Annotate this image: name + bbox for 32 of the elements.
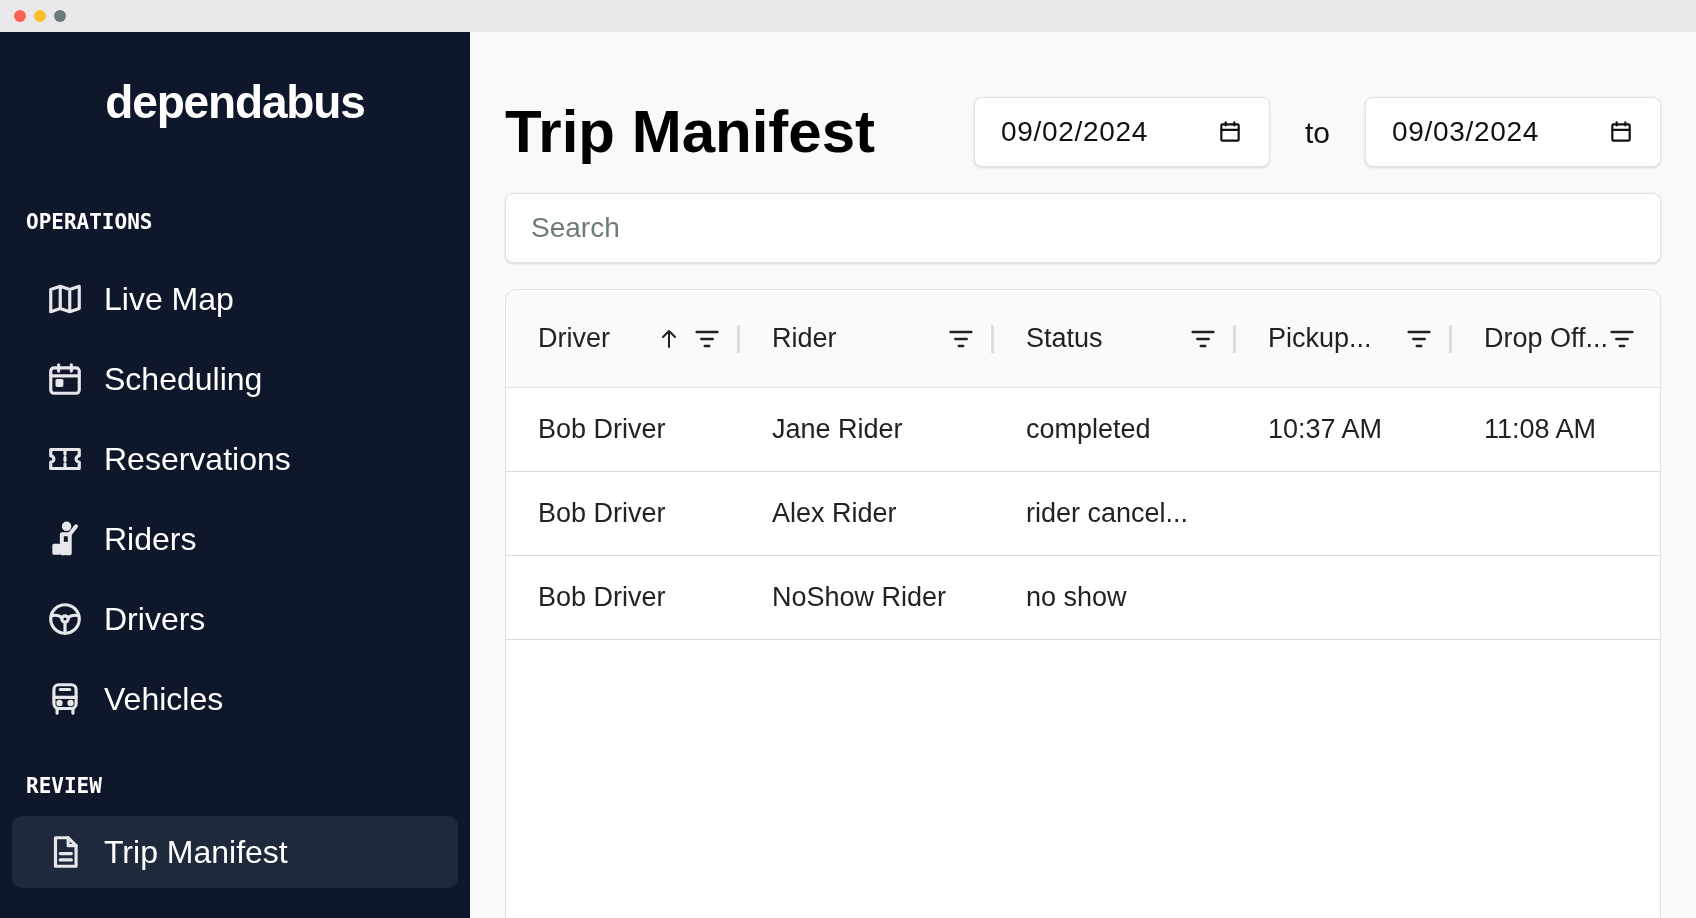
sidebar-item[interactable]: Drivers (12, 582, 458, 655)
page-title: Trip Manifest (505, 102, 877, 162)
start-date-field[interactable]: 09/02/2024 (974, 97, 1270, 167)
table-cell: Bob Driver (538, 414, 666, 445)
table-cell: rider cancel... (1026, 498, 1189, 529)
table-cell: Bob Driver (538, 582, 666, 613)
column-header[interactable]: Status (1026, 318, 1103, 359)
table-cell: completed (1026, 414, 1151, 445)
column-header[interactable]: Pickup... (1268, 318, 1372, 359)
column-header[interactable]: Drop Off... (1484, 318, 1609, 359)
sidebar-item[interactable]: Riders (12, 502, 458, 575)
sidebar-item[interactable]: Live Map (12, 262, 458, 335)
sidebar-item[interactable]: Trip Manifest (12, 816, 458, 888)
sidebar-item[interactable]: Vehicles (12, 662, 458, 735)
calendar-icon (1608, 119, 1634, 145)
search-field[interactable]: Search (505, 193, 1661, 263)
section-heading: OPERATIONS (25, 209, 154, 236)
column-header[interactable]: Rider (772, 318, 837, 359)
column-header[interactable]: Driver (538, 318, 610, 359)
sidebar-item[interactable]: Reservations (12, 422, 458, 495)
table-cell: 11:08 AM (1484, 414, 1597, 445)
table-cell: NoShow Rider (772, 582, 947, 613)
table-cell: no show (1026, 582, 1127, 613)
date-range-separator: to (1304, 114, 1331, 151)
table-cell: Jane Rider (772, 414, 903, 445)
end-date-field[interactable]: 09/03/2024 (1365, 97, 1661, 167)
table-cell: Bob Driver (538, 498, 666, 529)
table-cell: 10:37 AM (1268, 414, 1383, 445)
calendar-icon (1217, 119, 1243, 145)
sidebar-item[interactable]: Scheduling (12, 342, 458, 415)
section-heading: REVIEW (25, 772, 103, 800)
table-cell: Alex Rider (772, 498, 897, 529)
